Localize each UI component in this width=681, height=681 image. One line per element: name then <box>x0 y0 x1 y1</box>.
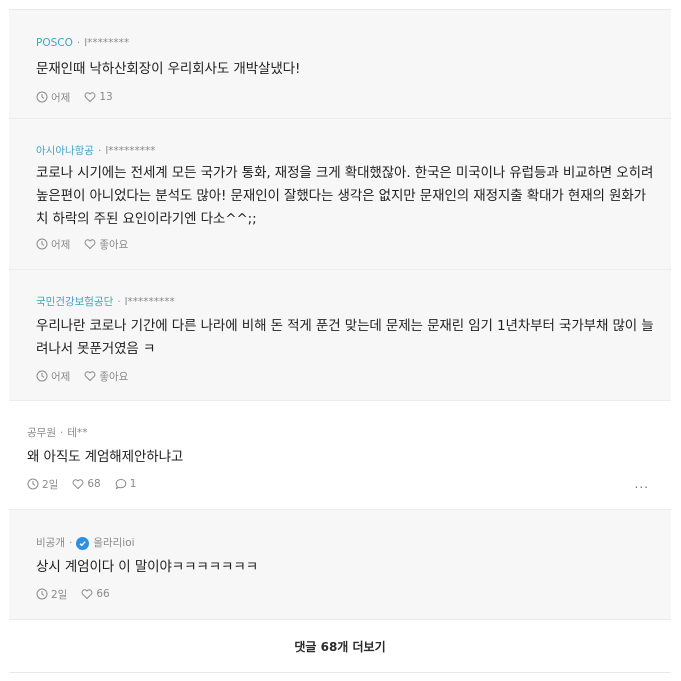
like-count: 66 <box>96 588 110 600</box>
comment-actions: 2일 68 1 ... <box>27 477 655 491</box>
time-label: 어제 <box>51 370 71 383</box>
more-options-button[interactable]: ... <box>635 477 649 491</box>
clock-icon <box>27 478 39 490</box>
clock-icon <box>36 370 48 382</box>
company-name[interactable]: 비공개 <box>36 536 65 550</box>
reply-comment: POSCO · l******** 문재인때 낙하산회장이 우리회사도 개박살냈… <box>9 10 671 119</box>
heart-icon <box>84 371 96 382</box>
comment-text: 우리나란 코로나 기간에 다른 나라에 비해 돈 적게 푼건 맞는데 문제는 문… <box>36 318 654 357</box>
separator: · <box>117 296 121 308</box>
comment-meta: POSCO · l******** <box>36 36 655 50</box>
like-count: 13 <box>99 91 113 103</box>
reply-button[interactable]: 1 <box>115 478 137 490</box>
divider <box>9 672 671 673</box>
separator: · <box>97 145 102 157</box>
company-name[interactable]: 아시아나항공 <box>36 144 94 158</box>
separator: · <box>59 427 64 439</box>
heart-icon <box>72 479 84 490</box>
comment-text: 왜 아직도 계엄해제안하냐고 <box>27 449 184 465</box>
like-button[interactable]: 66 <box>81 588 110 600</box>
like-button[interactable]: 68 <box>72 478 101 490</box>
author-nickname[interactable]: 올라리ioi <box>93 536 134 550</box>
time-label: 어제 <box>51 91 71 104</box>
author-nickname[interactable]: l********* <box>105 144 155 158</box>
reply-comment: 국민건강보험공단 · l********* 우리나란 코로나 기간에 다른 나라… <box>9 270 671 401</box>
comment-meta: 비공개 · 올라리ioi <box>36 536 655 550</box>
comment-actions: 2일 66 <box>36 587 655 601</box>
comment-text: 상시 계엄이다 이 말이야ㅋㅋㅋㅋㅋㅋㅋ <box>36 559 259 575</box>
company-name[interactable]: POSCO <box>36 36 73 50</box>
comment-text: 코로나 시기에는 전세계 모든 국가가 통화, 재정을 크게 확대했잖아. 한국… <box>36 165 654 227</box>
separator: · <box>76 37 81 49</box>
heart-icon <box>84 92 96 103</box>
comment-meta: 공무원 · 테** <box>27 426 655 440</box>
timestamp: 어제 <box>36 90 70 105</box>
timestamp: 2일 <box>27 477 58 492</box>
like-count: 68 <box>87 478 101 490</box>
author-nickname[interactable]: l********* <box>125 295 175 309</box>
comment-actions: 어제 13 <box>36 90 655 104</box>
heart-icon <box>81 589 93 600</box>
timestamp: 어제 <box>36 237 70 252</box>
comment-meta: 국민건강보험공단 · l********* <box>36 295 655 309</box>
comment-text: 문재인때 낙하산회장이 우리회사도 개박살냈다! <box>36 61 301 77</box>
clock-icon <box>36 238 48 250</box>
verified-badge-icon <box>76 536 90 550</box>
comment-list: POSCO · l******** 문재인때 낙하산회장이 우리회사도 개박살냈… <box>9 10 671 620</box>
time-label: 2일 <box>51 588 68 601</box>
clock-icon <box>36 91 48 103</box>
company-name[interactable]: 공무원 <box>27 426 56 440</box>
author-nickname[interactable]: l******** <box>84 36 129 50</box>
like-label: 좋아요 <box>99 238 129 251</box>
time-label: 2일 <box>42 478 59 491</box>
comment-actions: 어제 좋아요 <box>36 237 655 251</box>
comment-actions: 어제 좋아요 <box>36 369 655 383</box>
load-more-comments-button[interactable]: 댓글 68개 더보기 <box>9 620 671 672</box>
comment-section: POSCO · l******** 문재인때 낙하산회장이 우리회사도 개박살냈… <box>0 0 681 681</box>
time-label: 어제 <box>51 238 71 251</box>
comment: 공무원 · 테** 왜 아직도 계엄해제안하냐고 2일 68 1 ... <box>9 401 671 510</box>
clock-icon <box>36 588 48 600</box>
reply-comment: 비공개 · 올라리ioi 상시 계엄이다 이 말이야ㅋㅋㅋㅋㅋㅋㅋ 2일 66 <box>9 510 671 620</box>
author-nickname[interactable]: 테** <box>67 426 87 440</box>
like-button[interactable]: 좋아요 <box>84 237 128 252</box>
timestamp: 어제 <box>36 369 70 384</box>
reply-comment: 아시아나항공 · l********* 코로나 시기에는 전세계 모든 국가가 … <box>9 119 671 270</box>
timestamp: 2일 <box>36 587 67 602</box>
comment-meta: 아시아나항공 · l********* <box>36 144 655 158</box>
like-button[interactable]: 좋아요 <box>84 369 128 384</box>
separator: · <box>68 537 73 549</box>
like-button[interactable]: 13 <box>84 91 113 103</box>
reply-count: 1 <box>129 478 137 490</box>
heart-icon <box>84 239 96 250</box>
company-name[interactable]: 국민건강보험공단 <box>36 295 113 309</box>
speech-bubble-icon <box>115 478 127 490</box>
like-label: 좋아요 <box>99 370 129 383</box>
